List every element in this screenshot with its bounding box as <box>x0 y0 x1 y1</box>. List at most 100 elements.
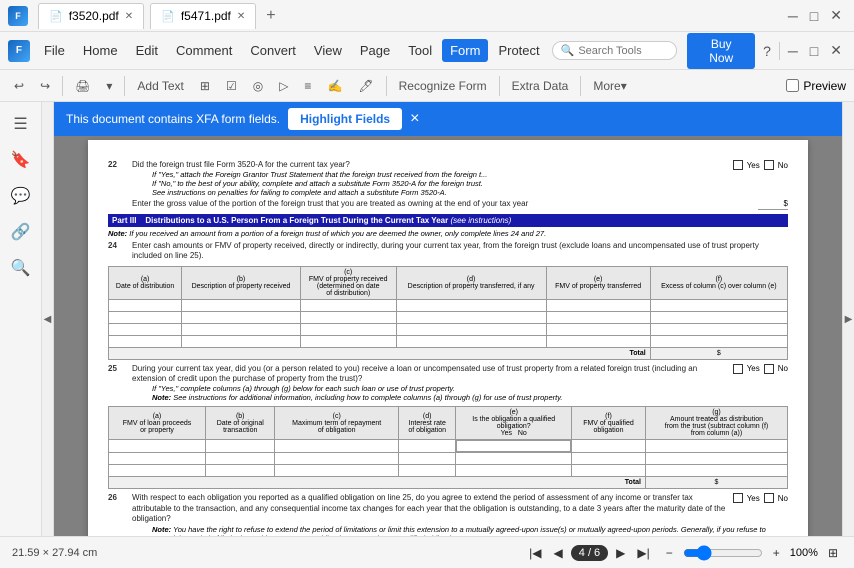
help-icon[interactable]: ? <box>759 41 775 61</box>
table-24: (a)Date of distribution (b)Description o… <box>108 266 788 360</box>
row-26-text: With respect to each obligation you repo… <box>132 493 728 524</box>
menu-home[interactable]: Home <box>75 39 126 62</box>
col-24-d: (d)Description of property transferred, … <box>396 266 546 299</box>
navigation-controls: |◀ ◀ 4 / 6 ▶ ▶| <box>525 544 654 562</box>
tab-f5471[interactable]: 📄 f5471.pdf ✕ <box>150 3 256 29</box>
dropdown-button[interactable]: ▾ <box>100 77 118 95</box>
menu-comment[interactable]: Comment <box>168 39 240 62</box>
redo-button[interactable]: ↪ <box>34 77 56 95</box>
col-24-b: (b)Description of property received <box>182 266 301 299</box>
menu-protect[interactable]: Protect <box>490 39 547 62</box>
field-tool-7[interactable]: 🖊 <box>352 77 379 95</box>
menu-convert[interactable]: Convert <box>242 39 304 62</box>
checkbox-25-yes[interactable] <box>733 364 743 374</box>
maximize-menu-button[interactable]: □ <box>806 41 822 61</box>
xfa-close-button[interactable]: × <box>410 110 419 128</box>
main-area: ☰ 🔖 💬 🔗 🔍 ◀ This document contains XFA f… <box>0 102 854 536</box>
table-24-total-row: Total $ <box>109 347 788 359</box>
toolbar-separator-2 <box>124 76 125 96</box>
menu-view[interactable]: View <box>306 39 350 62</box>
add-text-button[interactable]: Add Text <box>131 77 189 95</box>
sidebar-comment-icon[interactable]: 💬 <box>7 182 35 210</box>
total-25-value: $ <box>645 477 787 489</box>
app-logo: F <box>8 6 28 26</box>
app-menu-logo: F <box>8 40 30 62</box>
field-tool-5[interactable]: ≡ <box>298 77 317 95</box>
recognize-form-button[interactable]: Recognize Form <box>393 77 493 95</box>
field-tool-1[interactable]: ⊞ <box>194 77 216 95</box>
sidebar-pages-icon[interactable]: ☰ <box>7 110 35 138</box>
tab-f3520-label: f3520.pdf <box>69 9 119 23</box>
menu-bar: F File Home Edit Comment Convert View Pa… <box>0 32 854 70</box>
buy-now-button[interactable]: Buy Now <box>687 33 755 69</box>
menu-page[interactable]: Page <box>352 39 398 62</box>
table-24-row-4 <box>109 335 788 347</box>
checkbox-25-no[interactable] <box>764 364 774 374</box>
search-bar[interactable]: 🔍 <box>552 41 678 60</box>
pdf-row-26: 26 With respect to each obligation you r… <box>108 493 788 536</box>
checkbox-26-yes[interactable] <box>733 493 743 503</box>
field-tool-4[interactable]: ▷ <box>273 77 294 95</box>
zoom-in-button[interactable]: + <box>769 544 784 562</box>
search-input[interactable] <box>578 45 668 57</box>
new-tab-button[interactable]: + <box>262 7 279 25</box>
highlight-fields-button[interactable]: Highlight Fields <box>288 108 402 130</box>
more-button[interactable]: More▾ <box>587 77 632 95</box>
close-menu-button[interactable]: ✕ <box>826 40 846 61</box>
left-panel-toggle[interactable]: ◀ <box>42 102 54 536</box>
preview-checkbox[interactable] <box>786 79 799 92</box>
tab-f3520[interactable]: 📄 f3520.pdf ✕ <box>38 3 144 29</box>
minimize-menu-button[interactable]: ─ <box>784 41 802 61</box>
menu-edit[interactable]: Edit <box>128 39 166 62</box>
print-button[interactable]: 🖨 <box>69 77 96 95</box>
first-page-button[interactable]: |◀ <box>525 544 545 562</box>
xfa-message: This document contains XFA form fields. <box>66 112 280 126</box>
tab-f5471-close[interactable]: ✕ <box>237 11 245 22</box>
col-25-f: (f)FMV of qualifiedobligation <box>571 407 645 440</box>
menu-form[interactable]: Form <box>442 39 488 62</box>
extra-data-button[interactable]: Extra Data <box>506 77 575 95</box>
sidebar-search-icon[interactable]: 🔍 <box>7 254 35 282</box>
zoom-slider[interactable] <box>683 545 763 561</box>
row-num-26: 26 <box>108 493 128 502</box>
sidebar-bookmark-icon[interactable]: 🔖 <box>7 146 35 174</box>
next-page-button[interactable]: ▶ <box>612 544 629 562</box>
row-22-text: Did the foreign trust file Form 3520-A f… <box>132 160 733 170</box>
table-25-row-2 <box>109 453 788 465</box>
fit-page-button[interactable]: ⊞ <box>824 544 842 562</box>
menu-file[interactable]: File <box>36 39 73 62</box>
part3-header: Part III Distributions to a U.S. Person … <box>108 214 788 227</box>
checkbox-26-no[interactable] <box>764 493 774 503</box>
menu-tool[interactable]: Tool <box>400 39 440 62</box>
table-25-row-3 <box>109 465 788 477</box>
last-page-button[interactable]: ▶| <box>633 544 653 562</box>
more-label: More▾ <box>593 79 626 93</box>
toolbar-separator-3 <box>386 76 387 96</box>
total-24-label: Total <box>109 347 651 359</box>
part3-note: Note: If you received an amount from a p… <box>108 229 788 238</box>
table-25-row-1 <box>109 440 788 453</box>
tab-f3520-close[interactable]: ✕ <box>125 11 133 22</box>
undo-button[interactable]: ↩ <box>8 77 30 95</box>
maximize-button[interactable]: □ <box>806 6 822 26</box>
part3-header-text: Part III <box>112 216 145 225</box>
close-button[interactable]: ✕ <box>826 5 846 26</box>
total-24-value: $ <box>650 347 787 359</box>
right-panel-toggle[interactable]: ▶ <box>842 102 854 536</box>
zoom-out-button[interactable]: − <box>662 544 677 562</box>
field-tool-2[interactable]: ☑ <box>220 77 243 95</box>
checkbox-22-yes[interactable] <box>733 160 743 170</box>
sidebar-link-icon[interactable]: 🔗 <box>7 218 35 246</box>
title-bar: F 📄 f3520.pdf ✕ 📄 f5471.pdf ✕ + ─ □ ✕ <box>0 0 854 32</box>
prev-page-button[interactable]: ◀ <box>550 544 567 562</box>
checkbox-22-no[interactable] <box>764 160 774 170</box>
row-22-note3: See instructions on penalties for failin… <box>152 188 788 197</box>
minimize-button[interactable]: ─ <box>784 6 802 26</box>
col-25-g: (g)Amount treated as distributionfrom th… <box>645 407 787 440</box>
add-text-label: Add Text <box>137 79 183 93</box>
field-tool-3[interactable]: ◎ <box>247 77 269 95</box>
note-label: Note: <box>108 229 127 238</box>
total-25-label: Total <box>109 477 646 489</box>
field-tool-6[interactable]: ✍ <box>321 77 348 95</box>
col-24-a: (a)Date of distribution <box>109 266 182 299</box>
